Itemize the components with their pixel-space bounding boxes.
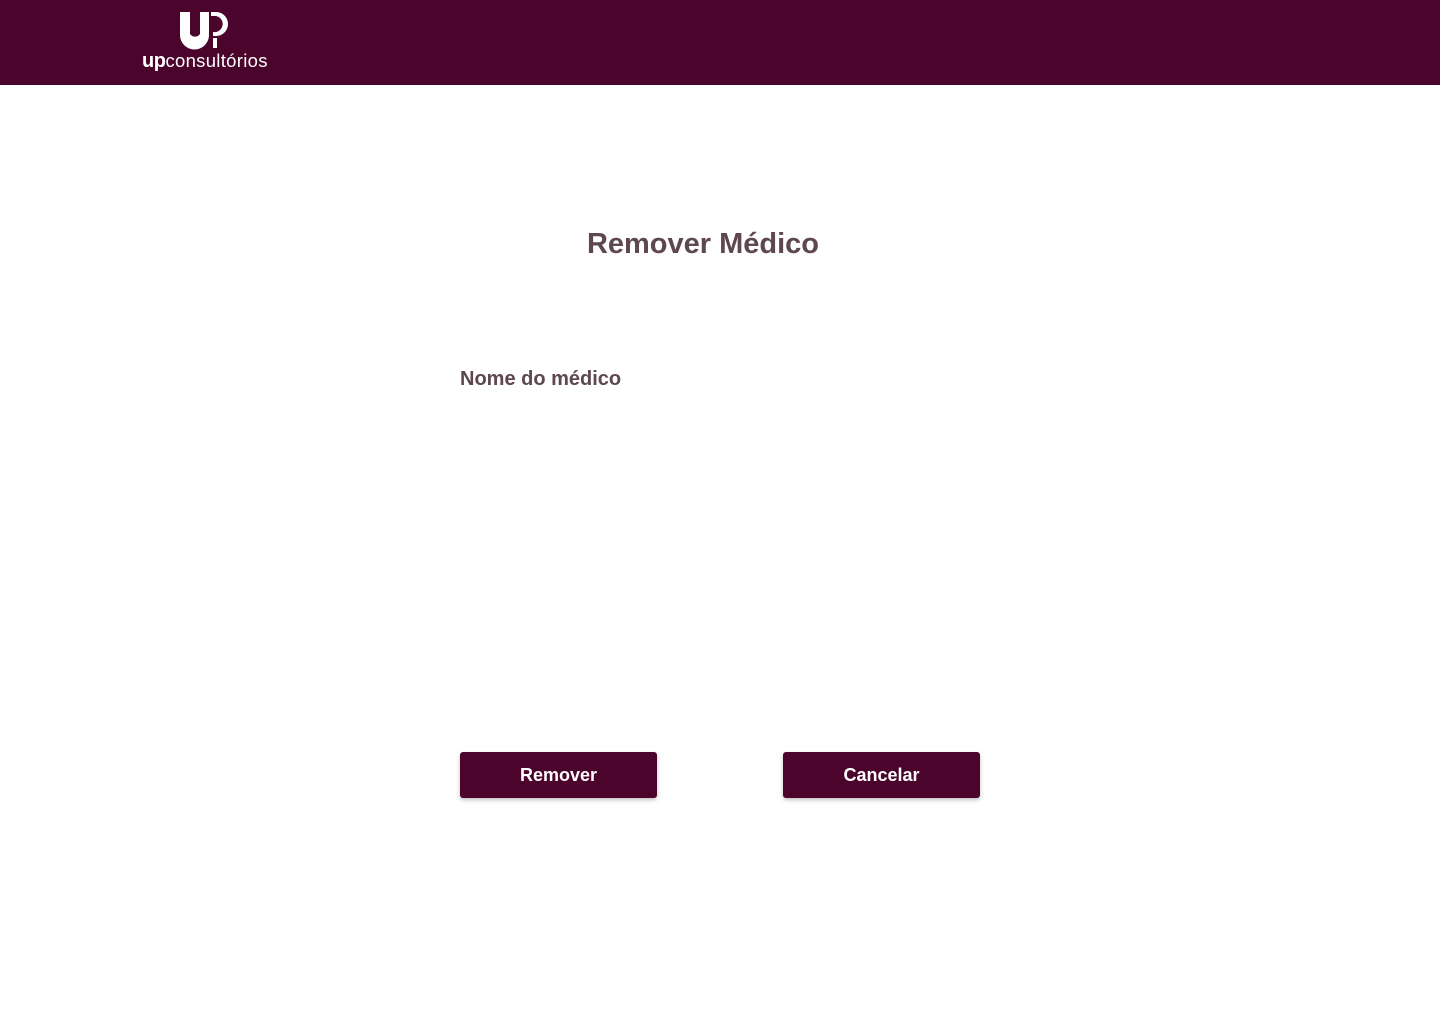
page-title: Remover Médico [586,228,820,260]
brand-word-consultorios: consultórios [165,50,268,71]
remove-button[interactable]: Remover [460,752,657,798]
top-header-bar: upconsultórios [0,0,1440,85]
brand-word-up: up [142,50,166,72]
brand-logo[interactable]: upconsultórios [142,12,272,76]
up-logo-mark-icon [180,12,228,50]
cancel-button[interactable]: Cancelar [783,752,980,798]
doctor-name-label: Nome do médico [460,368,622,390]
brand-wordmark: upconsultórios [142,49,268,73]
